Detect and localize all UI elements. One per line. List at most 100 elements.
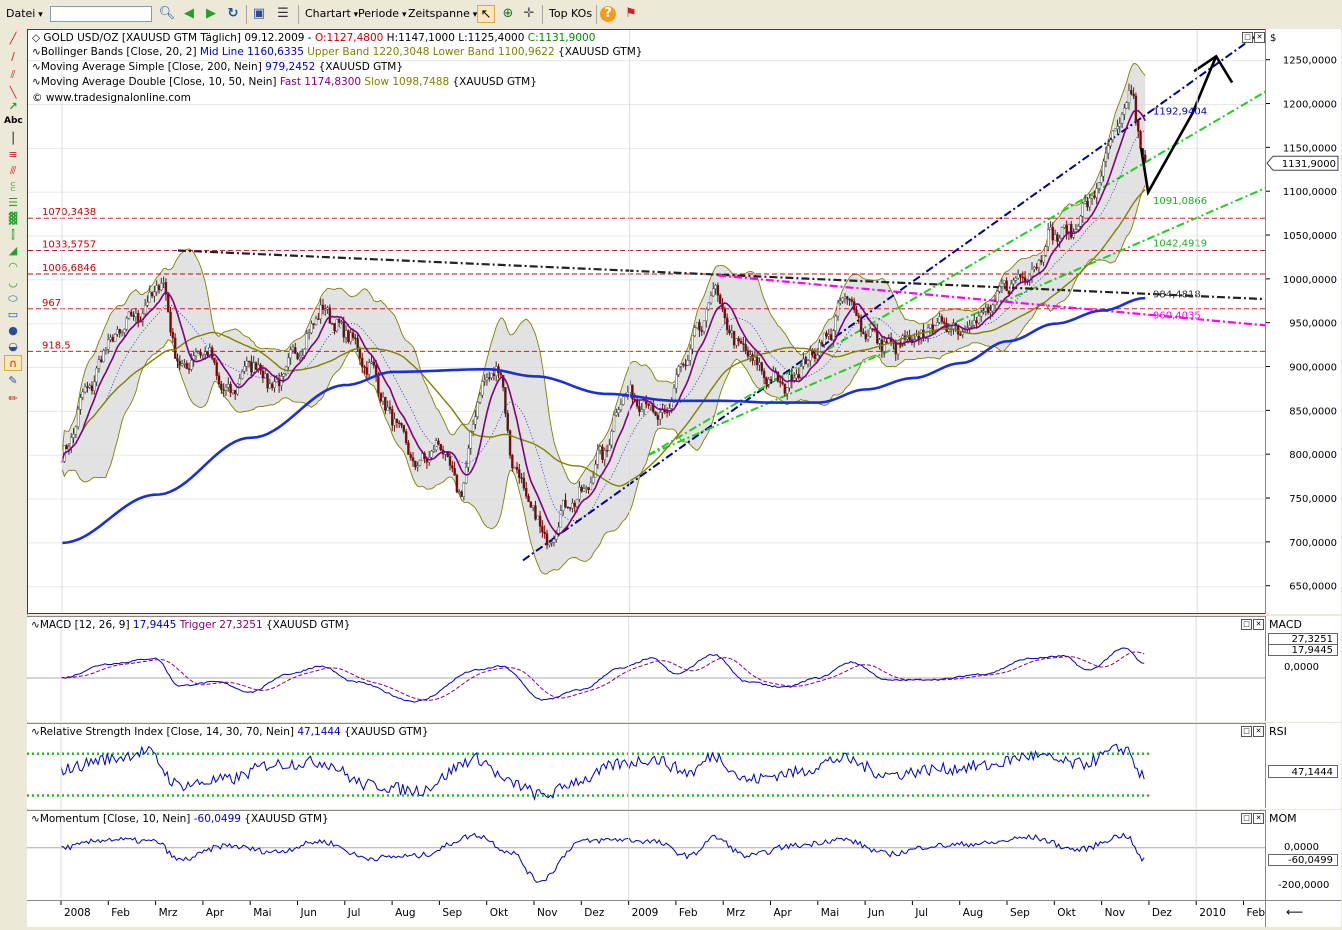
macd-chart[interactable] xyxy=(27,617,1265,722)
price-candle xyxy=(539,516,541,526)
price-candle xyxy=(327,308,329,309)
cursor-icon[interactable]: ↖ xyxy=(477,5,495,23)
price-candle xyxy=(96,368,98,382)
time-axis-svg: 2008FebMrzAprMaiJunJulAugSepOktNovDez200… xyxy=(27,901,1265,927)
price-panel[interactable]: 1070,34381033,57571006,6846967918,51192,… xyxy=(27,29,1340,614)
fan-tool-icon[interactable]: ◢ xyxy=(4,243,22,259)
text-tool-icon[interactable]: Abc xyxy=(4,113,22,129)
list-icon[interactable]: ☰ xyxy=(274,5,292,23)
rsi-panel[interactable]: ∿Relative Strength Index [Close, 14, 30,… xyxy=(27,723,1340,809)
speed-lines-icon[interactable]: ☰ xyxy=(4,195,22,211)
search-icon[interactable]: 🔍︎ xyxy=(158,5,176,23)
circle-tool-icon[interactable]: ● xyxy=(4,323,22,339)
price-axis-label: 1150,0000 xyxy=(1283,143,1337,154)
price-candle xyxy=(1054,235,1056,241)
refresh-icon[interactable]: ↻ xyxy=(224,5,242,23)
price-candle xyxy=(158,286,160,290)
restore-icon[interactable]: □ xyxy=(1241,619,1252,630)
pitchfork-icon[interactable]: ⫕ xyxy=(4,179,22,195)
price-axis-label: 750,0000 xyxy=(1289,494,1337,505)
price-candle xyxy=(105,349,107,350)
zoom-icon[interactable]: ⊕ xyxy=(499,5,517,23)
pencil-icon[interactable]: ✎ xyxy=(4,373,22,389)
macd-panel[interactable]: ∿MACD [12, 26, 9] 17,9445 Trigger 27,325… xyxy=(27,616,1340,722)
price-axis[interactable]: $1250,00001200,00001150,00001100,0000105… xyxy=(1265,29,1341,614)
price-candle xyxy=(195,352,197,356)
zeitspanne-menu[interactable]: Zeitspanne xyxy=(408,5,477,23)
flag-icon[interactable]: ⚑ xyxy=(622,5,640,23)
eraser-icon[interactable]: ✏ xyxy=(4,391,22,407)
price-candle xyxy=(622,397,624,405)
file-menu[interactable]: Datei xyxy=(6,5,43,23)
periode-menu[interactable]: Periode xyxy=(358,5,406,23)
price-candle xyxy=(160,283,162,290)
price-candle xyxy=(569,507,571,508)
close-icon[interactable]: ✕ xyxy=(1253,726,1264,737)
price-candle xyxy=(872,329,874,330)
price-candle xyxy=(213,358,215,362)
price-candle xyxy=(661,410,663,412)
rsi-axis-title: RSI xyxy=(1269,725,1287,738)
ellipse-tool-icon[interactable]: ⬭ xyxy=(4,291,22,307)
close-icon[interactable]: ✕ xyxy=(1253,813,1264,824)
price-axis-label: 800,0000 xyxy=(1289,450,1337,461)
price-candle xyxy=(324,309,326,310)
price-candle xyxy=(391,409,393,425)
time-axis[interactable]: 2008FebMrzAprMaiJunJulAugSepOktNovDez200… xyxy=(27,900,1265,927)
price-candle xyxy=(181,364,183,365)
time-axis-label: Feb xyxy=(1247,907,1266,919)
time-axis-label: Dez xyxy=(584,907,605,919)
price-candle xyxy=(211,348,213,359)
price-candle xyxy=(86,387,88,388)
price-candle xyxy=(643,401,645,409)
price-candle xyxy=(980,312,982,316)
ray-tool-icon[interactable]: ∕ xyxy=(4,49,22,65)
restore-icon[interactable]: □ xyxy=(1242,32,1253,43)
restore-icon[interactable]: □ xyxy=(1241,813,1252,824)
symbol-search-input[interactable] xyxy=(50,6,152,22)
resize-arrows-icon[interactable]: ⟵ xyxy=(1286,905,1303,919)
parallel-lines-icon[interactable]: ⫻ xyxy=(4,163,22,179)
price-chart[interactable]: 1070,34381033,57571006,6846967918,51192,… xyxy=(28,30,1266,613)
price-candle xyxy=(802,359,804,366)
channel-tool-icon[interactable]: ⫽ xyxy=(4,67,22,83)
horizontal-level-label: 1070,3438 xyxy=(42,207,96,218)
help-icon[interactable]: ? xyxy=(600,6,616,22)
bb-mid: Mid Line 1160,6335 xyxy=(200,46,307,58)
restore-icon[interactable]: □ xyxy=(1241,726,1252,737)
price-candle xyxy=(130,312,132,316)
vertical-line-icon[interactable]: │ xyxy=(4,131,22,147)
wave-tool-icon[interactable]: ◠ xyxy=(4,259,22,275)
scroll-corner[interactable]: ⟵ xyxy=(1265,900,1341,927)
price-candle xyxy=(846,297,848,300)
save-icon[interactable]: ▣ xyxy=(250,5,268,23)
price-candle xyxy=(1015,278,1017,280)
sector-tool-icon[interactable]: ◒ xyxy=(4,339,22,355)
price-candle xyxy=(671,402,673,409)
crosshair-icon[interactable]: ✛ xyxy=(520,5,538,23)
price-candle xyxy=(204,352,206,354)
arrow-left-icon[interactable]: ◀ xyxy=(180,5,198,23)
line-tool-icon[interactable]: ╱ xyxy=(4,31,22,47)
price-candle xyxy=(987,308,989,313)
top-kos-button[interactable]: Top KOs xyxy=(549,5,592,23)
rectangle-tool-icon[interactable]: ▭ xyxy=(4,307,22,323)
price-candle xyxy=(680,364,682,366)
price-axis-label: 900,0000 xyxy=(1289,363,1337,374)
price-candle xyxy=(590,483,592,490)
price-candle xyxy=(338,319,340,322)
magnet-icon[interactable]: ∩ xyxy=(4,355,22,371)
fibonacci-icon[interactable]: ≡ xyxy=(4,147,22,163)
close-icon[interactable]: ✕ xyxy=(1253,619,1264,630)
arrow-right-icon[interactable]: ▶ xyxy=(202,5,220,23)
chartart-menu[interactable]: Chartart xyxy=(305,5,358,23)
price-candle xyxy=(472,424,474,431)
price-candle xyxy=(1052,227,1054,240)
price-candle xyxy=(837,303,839,316)
gann-icon[interactable]: ▓ xyxy=(4,211,22,227)
momentum-panel[interactable]: ∿Momentum [Close, 10, Nein] -60,0499 {XA… xyxy=(27,810,1340,901)
price-candle xyxy=(350,333,352,342)
close-icon[interactable]: ✕ xyxy=(1254,32,1265,43)
arc-tool-icon[interactable]: ◡ xyxy=(4,275,22,291)
cycle-tool-icon[interactable]: ⫿ xyxy=(4,227,22,243)
